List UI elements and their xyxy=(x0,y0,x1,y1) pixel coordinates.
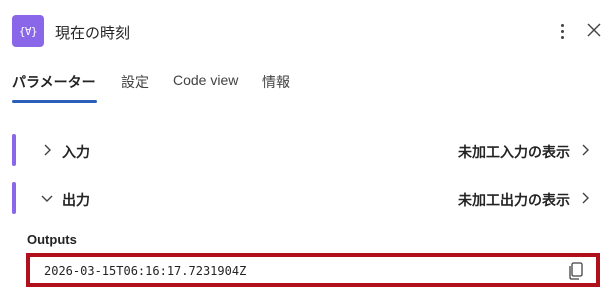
panel-header: {∀} 現在の時刻 xyxy=(0,0,610,62)
tab-parameters[interactable]: パラメーター xyxy=(12,72,96,92)
input-section-label: 入力 xyxy=(62,144,90,160)
input-section-header[interactable]: 入力 未加工入力の表示 xyxy=(12,134,602,166)
more-vertical-icon xyxy=(560,23,564,27)
tab-info[interactable]: 情報 xyxy=(262,72,290,92)
chevron-right-icon xyxy=(582,144,589,156)
chevron-down-icon xyxy=(41,195,53,202)
tab-settings[interactable]: 設定 xyxy=(121,72,149,92)
outputs-value-field[interactable]: 2026-03-15T06:16:17.7231904Z xyxy=(26,253,600,287)
section-accent-bar xyxy=(12,134,16,166)
tab-code-view[interactable]: Code view xyxy=(173,72,238,88)
more-options-button[interactable] xyxy=(552,20,572,42)
show-raw-outputs-link[interactable]: 未加工出力の表示 xyxy=(458,190,570,210)
output-section-label: 出力 xyxy=(62,192,90,208)
close-icon[interactable] xyxy=(585,21,603,39)
outputs-value-text: 2026-03-15T06:16:17.7231904Z xyxy=(44,264,247,278)
outputs-field-label: Outputs xyxy=(27,232,77,247)
tab-bar: パラメーター 設定 Code view 情報 xyxy=(0,62,610,106)
expression-icon: {∀} xyxy=(12,15,44,47)
active-tab-indicator xyxy=(12,100,97,103)
chevron-right-icon xyxy=(582,192,589,204)
copy-icon[interactable] xyxy=(568,262,584,280)
page-title: 現在の時刻 xyxy=(55,25,131,42)
show-raw-inputs-link[interactable]: 未加工入力の表示 xyxy=(458,142,570,162)
action-icon-glyph: {∀} xyxy=(18,24,38,38)
section-accent-bar xyxy=(12,182,16,214)
output-section-header[interactable]: 出力 未加工出力の表示 xyxy=(12,182,602,214)
action-details-panel: {∀} 現在の時刻 パラメーター 設定 Code view 情報 入力 未加工入… xyxy=(0,0,610,303)
chevron-right-icon xyxy=(44,144,51,156)
